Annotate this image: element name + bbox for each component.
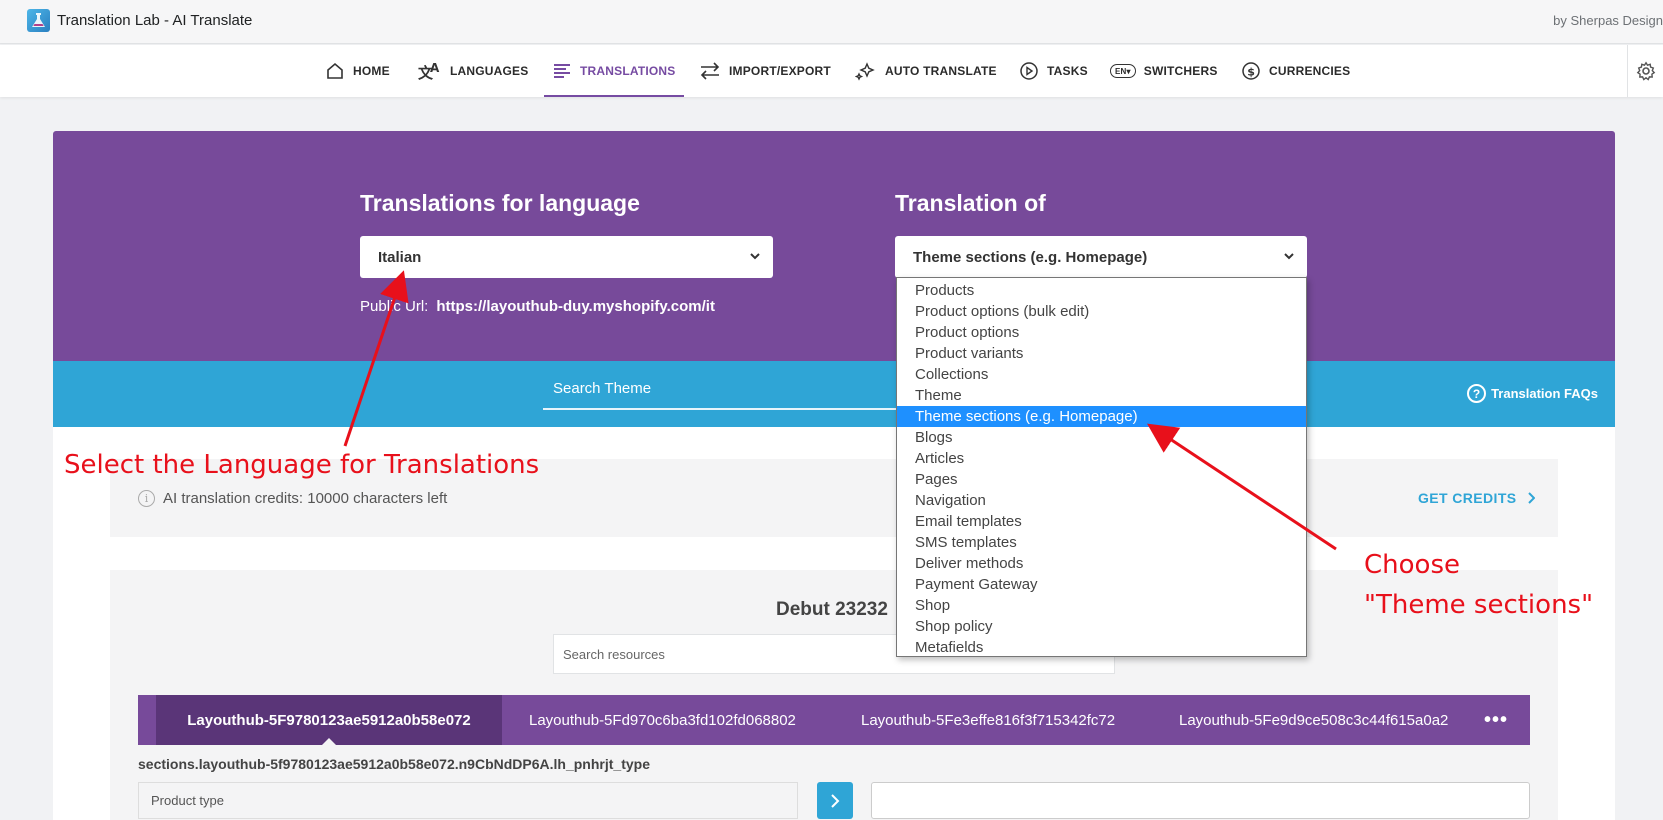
- copy-translate-button[interactable]: [817, 782, 853, 819]
- dropdown-option[interactable]: Email templates: [897, 511, 1306, 532]
- search-theme-input[interactable]: Search Theme: [543, 376, 903, 410]
- nav-translations-label: TRANSLATIONS: [580, 64, 676, 78]
- svg-text:A: A: [430, 61, 440, 75]
- get-credits-button[interactable]: GET CREDITS: [1418, 490, 1535, 506]
- public-url: Public Url: https://layouthub-duy.myshopi…: [360, 298, 715, 315]
- currency-icon: $: [1242, 62, 1260, 80]
- app-logo-icon: [27, 9, 50, 32]
- annotation-language: Select the Language for Translations: [64, 450, 540, 480]
- svg-text:$: $: [1247, 66, 1255, 79]
- nav-languages-label: LANGUAGES: [450, 64, 529, 78]
- dropdown-option[interactable]: Theme: [897, 385, 1306, 406]
- language-heading: Translations for language: [360, 190, 640, 216]
- translation-faq-link[interactable]: ? Translation FAQs: [1467, 384, 1598, 403]
- home-icon: [327, 62, 343, 79]
- main-nav: HOME 文A LANGUAGES TRANSLATIONS IMPORT/EX…: [0, 45, 1663, 97]
- public-url-label: Public Url:: [360, 298, 429, 315]
- resource-type-options: Products Product options (bulk edit) Produ…: [896, 277, 1307, 657]
- nav-auto-translate-label: AUTO TRANSLATE: [885, 64, 997, 78]
- nav-switchers[interactable]: EN ▾ SWITCHERS: [1110, 45, 1218, 97]
- languages-icon: 文A: [418, 61, 440, 81]
- translation-input[interactable]: [871, 782, 1530, 819]
- theme-name: Debut 23232: [776, 599, 888, 620]
- dropdown-option[interactable]: Products: [897, 280, 1306, 301]
- dropdown-option[interactable]: Navigation: [897, 490, 1306, 511]
- credits-info: i AI translation credits: 10000 characte…: [138, 490, 447, 507]
- tab-section-4[interactable]: Layouthub-5Fe9d9ce508c3c44f615a0a2: [1179, 695, 1448, 745]
- dropdown-option[interactable]: Collections: [897, 364, 1306, 385]
- nav-tasks-label: TASKS: [1047, 64, 1088, 78]
- translations-icon: [554, 64, 570, 78]
- nav-translations[interactable]: TRANSLATIONS: [544, 45, 684, 97]
- chevron-down-icon: [1284, 253, 1294, 260]
- tab-section-2[interactable]: Layouthub-5Fd970c6ba3fd102fd068802: [529, 695, 796, 745]
- dropdown-option[interactable]: Theme sections (e.g. Homepage): [897, 406, 1306, 427]
- sparkles-icon: [855, 62, 875, 81]
- dropdown-option[interactable]: Shop policy: [897, 616, 1306, 637]
- section-tabs: Layouthub-5F9780123ae5912a0b58e072 Layou…: [138, 695, 1530, 745]
- nav-import-export[interactable]: IMPORT/EXPORT: [699, 45, 831, 97]
- dropdown-option[interactable]: Product options: [897, 322, 1306, 343]
- more-tabs-button[interactable]: •••: [1484, 695, 1508, 745]
- get-credits-label: GET CREDITS: [1418, 490, 1517, 506]
- dropdown-option[interactable]: Articles: [897, 448, 1306, 469]
- dropdown-option[interactable]: Metafields: [897, 637, 1306, 658]
- language-switcher-icon: EN ▾: [1110, 64, 1136, 78]
- translation-of-heading: Translation of: [895, 190, 1046, 216]
- dropdown-option[interactable]: Deliver methods: [897, 553, 1306, 574]
- gear-icon: [1636, 61, 1655, 81]
- nav-home[interactable]: HOME: [325, 45, 390, 97]
- language-select-value: Italian: [378, 249, 422, 266]
- annotation-line-1: Choose: [1364, 550, 1460, 580]
- dropdown-option[interactable]: Product variants: [897, 343, 1306, 364]
- nav-home-label: HOME: [353, 64, 390, 78]
- nav-currencies-label: CURRENCIES: [1269, 64, 1351, 78]
- dropdown-option[interactable]: Blogs: [897, 427, 1306, 448]
- faq-label: Translation FAQs: [1491, 386, 1598, 401]
- dropdown-option[interactable]: Product options (bulk edit): [897, 301, 1306, 322]
- source-text-field: Product type: [138, 782, 798, 819]
- language-panel: [53, 131, 1615, 361]
- resource-type-select-value: Theme sections (e.g. Homepage): [913, 249, 1148, 266]
- tab-section-3[interactable]: Layouthub-5Fe3effe816f3f715342fc72: [861, 695, 1115, 745]
- annotation-theme-sections: Choose "Theme sections": [1364, 545, 1593, 625]
- nav-auto-translate[interactable]: AUTO TRANSLATE: [855, 45, 997, 97]
- credits-text: AI translation credits: 10000 characters…: [163, 490, 448, 507]
- play-circle-icon: [1020, 62, 1038, 80]
- import-export-icon: [700, 62, 720, 80]
- tab-section-1[interactable]: Layouthub-5F9780123ae5912a0b58e072: [156, 695, 502, 745]
- nav-switchers-label: SWITCHERS: [1143, 64, 1218, 78]
- field-key: sections.layouthub-5f9780123ae5912a0b58e…: [138, 756, 650, 772]
- dropdown-option[interactable]: Pages: [897, 469, 1306, 490]
- byline: by Sherpas Design: [1553, 13, 1663, 28]
- question-icon: ?: [1467, 384, 1487, 403]
- chevron-right-icon: [831, 793, 840, 808]
- switcher-badge-text: EN: [1115, 66, 1127, 76]
- dropdown-option[interactable]: Payment Gateway: [897, 574, 1306, 595]
- info-icon: i: [138, 490, 155, 507]
- nav-languages[interactable]: 文A LANGUAGES: [418, 45, 528, 97]
- settings-button[interactable]: [1627, 45, 1663, 97]
- nav-tasks[interactable]: TASKS: [1019, 45, 1088, 97]
- annotation-line-2: "Theme sections": [1364, 590, 1594, 620]
- language-select[interactable]: Italian: [360, 236, 773, 278]
- app-title: Translation Lab - AI Translate: [57, 12, 253, 29]
- title-bar: Translation Lab - AI Translate by Sherpa…: [0, 0, 1663, 44]
- dropdown-option[interactable]: SMS templates: [897, 532, 1306, 553]
- chevron-right-icon: [1527, 492, 1535, 504]
- public-url-link[interactable]: https://layouthub-duy.myshopify.com/it: [436, 298, 715, 315]
- resource-type-select[interactable]: Theme sections (e.g. Homepage): [895, 236, 1307, 278]
- nav-currencies[interactable]: $ CURRENCIES: [1241, 45, 1350, 97]
- dropdown-option[interactable]: Shop: [897, 595, 1306, 616]
- nav-import-export-label: IMPORT/EXPORT: [729, 64, 831, 78]
- chevron-down-icon: [750, 253, 760, 260]
